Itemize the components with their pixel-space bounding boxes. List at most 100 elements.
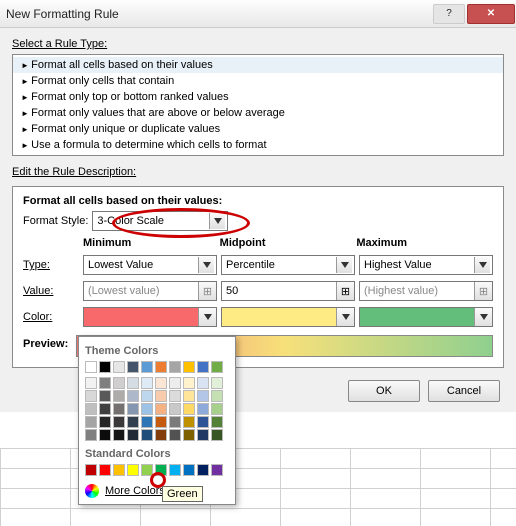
rule-type-item[interactable]: Format only values that are above or bel… (13, 105, 503, 121)
color-swatch[interactable] (169, 416, 181, 428)
color-swatch[interactable] (169, 464, 181, 476)
color-swatch[interactable] (127, 390, 139, 402)
color-swatch[interactable] (183, 416, 195, 428)
color-swatch[interactable] (211, 464, 223, 476)
color-swatch[interactable] (127, 361, 139, 373)
color-swatch[interactable] (113, 416, 125, 428)
rule-type-item[interactable]: Format all cells based on their values (13, 57, 503, 73)
color-swatch[interactable] (211, 361, 223, 373)
chevron-down-icon (474, 308, 492, 326)
color-swatch[interactable] (155, 390, 167, 402)
max-color-combo[interactable] (359, 307, 493, 327)
titlebar: New Formatting Rule ? ✕ (0, 0, 516, 28)
ok-button[interactable]: OK (348, 380, 420, 402)
color-wheel-icon (85, 484, 99, 498)
color-swatch[interactable] (197, 464, 209, 476)
color-swatch[interactable] (113, 377, 125, 389)
color-swatch[interactable] (141, 429, 153, 441)
color-swatch[interactable] (183, 361, 195, 373)
color-swatch[interactable] (183, 403, 195, 415)
range-picker-icon[interactable]: ⊞ (336, 282, 354, 300)
color-swatch[interactable] (155, 416, 167, 428)
color-swatch[interactable] (113, 429, 125, 441)
color-swatch[interactable] (99, 361, 111, 373)
color-swatch[interactable] (141, 416, 153, 428)
rule-type-list[interactable]: Format all cells based on their values F… (12, 54, 504, 156)
min-type-combo[interactable]: Lowest Value (83, 255, 217, 275)
color-swatch[interactable] (197, 403, 209, 415)
color-swatch[interactable] (169, 377, 181, 389)
color-swatch[interactable] (99, 390, 111, 402)
format-style-combo[interactable]: 3-Color Scale (92, 211, 228, 231)
color-swatch[interactable] (141, 377, 153, 389)
color-swatch[interactable] (127, 403, 139, 415)
color-swatch[interactable] (85, 429, 97, 441)
color-swatch[interactable] (99, 416, 111, 428)
color-swatch[interactable] (211, 390, 223, 402)
color-swatch[interactable] (197, 416, 209, 428)
color-swatch[interactable] (85, 377, 97, 389)
color-swatch[interactable] (113, 464, 125, 476)
help-button[interactable]: ? (433, 4, 465, 24)
min-value-input[interactable]: (Lowest value)⊞ (83, 281, 217, 301)
color-swatch[interactable] (141, 464, 153, 476)
close-button[interactable]: ✕ (467, 4, 515, 24)
color-swatch[interactable] (85, 403, 97, 415)
color-swatch[interactable] (197, 377, 209, 389)
color-swatch[interactable] (85, 416, 97, 428)
color-swatch[interactable] (211, 416, 223, 428)
rule-type-item[interactable]: Format only top or bottom ranked values (13, 89, 503, 105)
min-color-combo[interactable] (83, 307, 217, 327)
color-swatch[interactable] (197, 429, 209, 441)
color-swatch[interactable] (113, 403, 125, 415)
color-swatch[interactable] (141, 390, 153, 402)
color-swatch[interactable] (141, 361, 153, 373)
color-swatch[interactable] (85, 464, 97, 476)
more-colors-item[interactable]: More Colors... (85, 482, 229, 498)
color-swatch[interactable] (169, 429, 181, 441)
rule-type-item[interactable]: Format only cells that contain (13, 73, 503, 89)
color-swatch[interactable] (127, 377, 139, 389)
color-swatch[interactable] (113, 390, 125, 402)
color-swatch[interactable] (155, 377, 167, 389)
mid-value-input[interactable]: 50⊞ (221, 281, 355, 301)
mid-type-combo[interactable]: Percentile (221, 255, 355, 275)
rule-type-item[interactable]: Use a formula to determine which cells t… (13, 137, 503, 153)
mid-color-combo[interactable] (221, 307, 355, 327)
color-swatch[interactable] (183, 377, 195, 389)
max-type-combo[interactable]: Highest Value (359, 255, 493, 275)
color-swatch[interactable] (99, 429, 111, 441)
color-swatch[interactable] (127, 416, 139, 428)
color-swatch[interactable] (113, 361, 125, 373)
color-swatch[interactable] (211, 403, 223, 415)
color-swatch[interactable] (183, 390, 195, 402)
rule-type-item[interactable]: Format only unique or duplicate values (13, 121, 503, 137)
color-swatch[interactable] (155, 361, 167, 373)
range-picker-icon[interactable]: ⊞ (198, 282, 216, 300)
range-picker-icon[interactable]: ⊞ (474, 282, 492, 300)
color-swatch[interactable] (169, 403, 181, 415)
color-swatch[interactable] (197, 361, 209, 373)
color-swatch[interactable] (169, 390, 181, 402)
color-swatch[interactable] (85, 390, 97, 402)
color-swatch[interactable] (211, 377, 223, 389)
color-swatch[interactable] (211, 429, 223, 441)
max-value-input[interactable]: (Highest value)⊞ (359, 281, 493, 301)
color-swatch[interactable] (85, 361, 97, 373)
color-swatch[interactable] (99, 464, 111, 476)
format-style-label: Format Style: (23, 215, 88, 227)
color-swatch[interactable] (197, 390, 209, 402)
color-swatch[interactable] (141, 403, 153, 415)
color-swatch[interactable] (127, 429, 139, 441)
cancel-button[interactable]: Cancel (428, 380, 500, 402)
color-swatch[interactable] (169, 361, 181, 373)
color-swatch[interactable] (155, 403, 167, 415)
color-swatch-green[interactable] (155, 464, 167, 476)
color-swatch[interactable] (183, 464, 195, 476)
color-swatch[interactable] (127, 464, 139, 476)
color-swatch[interactable] (183, 429, 195, 441)
color-swatch[interactable] (155, 429, 167, 441)
color-swatch[interactable] (99, 403, 111, 415)
color-swatch[interactable] (99, 377, 111, 389)
preview-label: Preview: (23, 338, 68, 350)
